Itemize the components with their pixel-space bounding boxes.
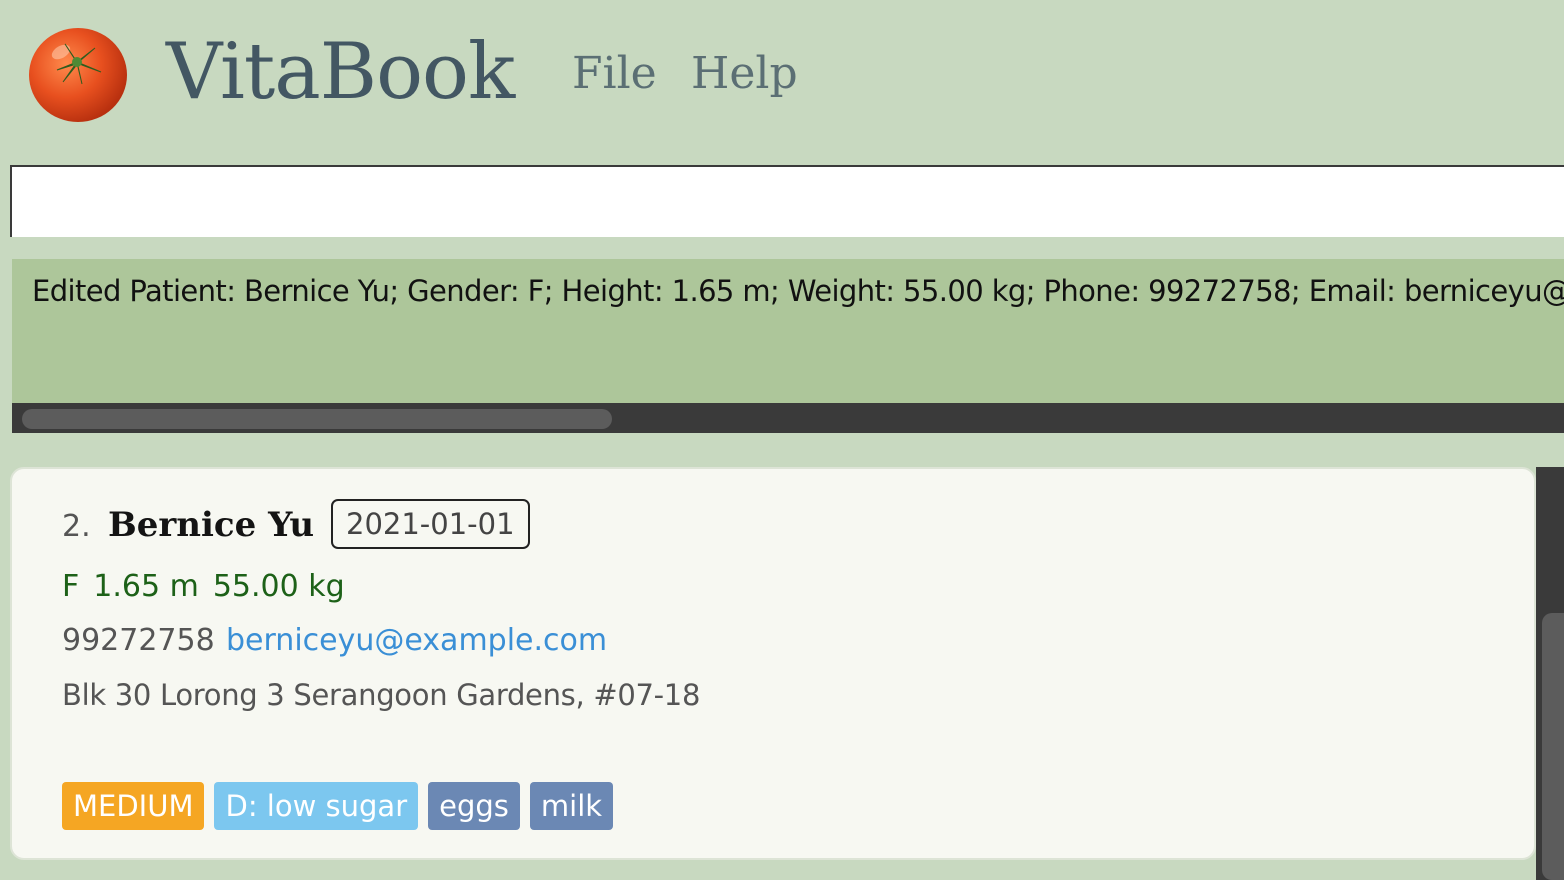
tomato-icon: [29, 28, 127, 122]
menu-help[interactable]: Help: [691, 44, 798, 104]
patient-vitals: F 1.65 m 55.00 kg: [62, 565, 359, 609]
patient-list-scrollbar[interactable]: [1536, 467, 1564, 880]
patient-index: 2.: [62, 509, 91, 544]
result-display: Edited Patient: Bernice Yu; Gender: F; H…: [12, 259, 1564, 403]
app-logo: [27, 22, 129, 124]
patient-name: Bernice Yu: [108, 505, 315, 545]
patient-email-link[interactable]: berniceyu@example.com: [226, 619, 607, 663]
allergy-tag: milk: [529, 782, 614, 830]
diet-tag: D: low sugar: [214, 782, 419, 830]
patient-gender: F: [62, 569, 80, 604]
result-horizontal-scrollbar[interactable]: [12, 403, 1564, 433]
priority-tag: MEDIUM: [62, 782, 205, 830]
patient-tags: MEDIUM D: low sugar eggs milk: [62, 782, 614, 830]
patient-list: 2. Bernice Yu 2021-01-01 F 1.65 m 55.00 kg…: [0, 450, 1564, 880]
command-box[interactable]: [10, 165, 1564, 237]
app-title: VitaBook: [166, 27, 515, 117]
menu-file[interactable]: File: [572, 44, 657, 104]
patient-address: Blk 30 Lorong 3 Serangoon Gardens, #07-1…: [62, 678, 701, 712]
appointment-date-badge: 2021-01-01: [331, 499, 530, 549]
patient-height: 1.65 m: [93, 569, 199, 604]
result-scrollbar-thumb[interactable]: [22, 409, 612, 429]
command-input[interactable]: [12, 167, 1564, 237]
patient-weight: 55.00 kg: [212, 569, 345, 604]
patient-phone: 99272758: [62, 623, 215, 658]
result-message: Edited Patient: Bernice Yu; Gender: F; H…: [32, 274, 1564, 308]
allergy-tag: eggs: [428, 782, 520, 830]
patient-list-scrollbar-thumb[interactable]: [1542, 613, 1564, 880]
patient-card[interactable]: 2. Bernice Yu 2021-01-01 F 1.65 m 55.00 kg…: [10, 467, 1536, 860]
